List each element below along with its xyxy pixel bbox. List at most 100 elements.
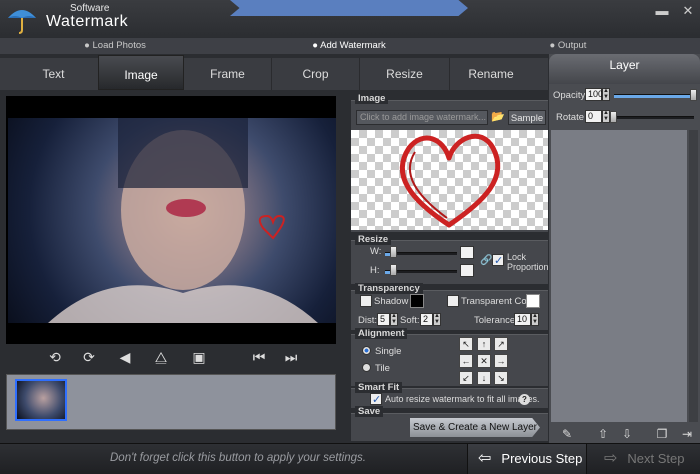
app-title: Watermark: [46, 13, 129, 30]
transparent-color-swatch[interactable]: [526, 294, 540, 308]
tolerance-field[interactable]: 10: [514, 313, 531, 326]
auto-resize-checkbox[interactable]: [370, 393, 382, 406]
height-slider-knob[interactable]: [389, 264, 397, 276]
layer-edit-icon[interactable]: ✎: [560, 427, 574, 441]
layer-list[interactable]: [551, 130, 687, 422]
soft-spin-arrows[interactable]: ▲ ▼: [433, 313, 441, 326]
step-output[interactable]: ● Output: [468, 38, 668, 54]
rotate-slider-knob[interactable]: [610, 111, 617, 123]
umbrella-logo-icon: [6, 4, 38, 34]
align-bottom-left-icon[interactable]: ↙: [459, 371, 473, 385]
close-button[interactable]: ✕: [681, 4, 695, 18]
layer-list-scrollbar[interactable]: [689, 130, 698, 422]
align-bottom-right-icon[interactable]: ↘: [494, 371, 508, 385]
previous-step-button[interactable]: ⇦ Previous Step: [467, 444, 587, 474]
lock-label-line1: Lock: [507, 252, 527, 262]
layer-panel-title: Layer: [549, 54, 700, 84]
shadow-color-swatch[interactable]: [410, 294, 424, 308]
minimize-button[interactable]: ▬: [655, 4, 669, 18]
folder-open-icon[interactable]: 📂: [490, 110, 506, 125]
shadow-checkbox[interactable]: [360, 295, 372, 307]
rotate-spin-arrows[interactable]: ▲ ▼: [602, 110, 610, 123]
dist-spin-arrows[interactable]: ▲ ▼: [390, 313, 398, 326]
soft-label: Soft:: [400, 315, 420, 326]
tab-frame[interactable]: Frame: [184, 58, 272, 90]
photo-controls: ⟲ ⟳ ◀ ⧋ ▣ ⏮ ⏭: [6, 344, 336, 372]
align-top-left-icon[interactable]: ↖: [459, 337, 473, 351]
sample-button[interactable]: Sample: [508, 110, 546, 125]
align-center-icon[interactable]: ✕: [477, 354, 491, 368]
layer-up-icon[interactable]: ⇧: [596, 427, 610, 441]
image-watermark-input[interactable]: Click to add image watermark...: [356, 110, 488, 125]
tolerance-spin-arrows[interactable]: ▲ ▼: [531, 313, 539, 326]
align-right-icon[interactable]: →: [494, 354, 508, 368]
opacity-slider-knob[interactable]: [690, 89, 697, 101]
layer-duplicate-icon[interactable]: ❐: [655, 427, 669, 441]
width-slider-knob[interactable]: [389, 246, 397, 258]
alignment-section-title: Alignment: [355, 328, 408, 339]
align-top-icon[interactable]: ↑: [477, 337, 491, 351]
next-step-button[interactable]: ⇨ Next Step: [592, 444, 700, 474]
save-create-layer-button[interactable]: Save & Create a New Layer: [410, 418, 540, 437]
smartfit-section-title: Smart Fit: [355, 382, 403, 393]
tab-rename[interactable]: Rename: [450, 58, 532, 90]
align-top-right-icon[interactable]: ↗: [494, 337, 508, 351]
step-label: Load Photos: [92, 40, 146, 51]
flip-vertical-icon[interactable]: ⧋: [152, 348, 170, 366]
single-radio[interactable]: [362, 346, 371, 355]
height-field[interactable]: [460, 264, 474, 277]
link-icon: 🔗: [480, 255, 493, 266]
dist-field[interactable]: 5: [377, 313, 390, 326]
rotate-slider-track[interactable]: [614, 116, 694, 119]
lock-label-line2: Proportion: [507, 262, 549, 272]
tolerance-label: Tolerance:: [474, 315, 518, 326]
dist-label: Dist:: [358, 315, 377, 326]
flip-horizontal-icon[interactable]: ◀: [116, 348, 134, 366]
tab-bar: Text Image Frame Crop Resize Rename: [0, 55, 548, 90]
thumbnail-item[interactable]: [15, 379, 67, 421]
width-label: W:: [370, 246, 382, 257]
lock-proportion-checkbox[interactable]: [492, 254, 504, 267]
preview-photo[interactable]: [8, 118, 336, 323]
tab-crop[interactable]: Crop: [272, 58, 360, 90]
save-section-title: Save: [355, 406, 384, 417]
opacity-field[interactable]: 100: [585, 88, 603, 101]
transparent-color-checkbox[interactable]: [447, 295, 459, 307]
tab-resize[interactable]: Resize: [360, 58, 450, 90]
arrow-left-icon: ⇦: [478, 450, 492, 467]
align-left-icon[interactable]: ←: [459, 354, 473, 368]
layer-down-icon[interactable]: ⇩: [620, 427, 634, 441]
opacity-slider-track[interactable]: [614, 94, 694, 98]
apply-hint-text: Don't forget click this button to apply …: [110, 452, 366, 464]
tab-text[interactable]: Text: [8, 58, 100, 90]
previous-image-icon[interactable]: ⏮: [250, 348, 268, 366]
previous-step-label: Previous Step: [501, 451, 583, 466]
fit-screen-icon[interactable]: ▣: [190, 348, 208, 366]
resize-section-title: Resize: [355, 234, 392, 245]
opacity-spin-arrows[interactable]: ▲ ▼: [602, 88, 610, 101]
tile-label: Tile: [375, 363, 390, 374]
opacity-label: Opacity: [553, 90, 586, 101]
single-label: Single: [375, 346, 402, 357]
rotate-right-icon[interactable]: ⟳: [80, 348, 98, 366]
image-section-title: Image: [355, 93, 389, 104]
help-icon[interactable]: ?: [519, 394, 530, 405]
step-load-photos[interactable]: ● Load Photos: [0, 38, 230, 54]
step-add-watermark[interactable]: ● Add Watermark: [230, 38, 468, 54]
tab-image[interactable]: Image: [98, 55, 184, 90]
step-label: Add Watermark: [320, 40, 386, 51]
watermark-image-preview: [351, 130, 548, 230]
auto-resize-label: Auto resize watermark to fit all images.: [385, 394, 540, 404]
layer-export-icon[interactable]: ⇥: [680, 427, 694, 441]
transparency-section-title: Transparency: [355, 283, 423, 294]
tile-radio[interactable]: [362, 363, 371, 372]
rotate-left-icon[interactable]: ⟲: [46, 348, 64, 366]
next-image-icon[interactable]: ⏭: [282, 348, 300, 366]
align-bottom-icon[interactable]: ↓: [477, 371, 491, 385]
soft-field[interactable]: 2: [420, 313, 433, 326]
width-field[interactable]: [460, 246, 474, 259]
rotate-field[interactable]: 0: [585, 110, 602, 123]
arrow-right-icon: ⇨: [604, 450, 618, 467]
next-step-label: Next Step: [627, 451, 685, 466]
step-label: Output: [557, 40, 587, 51]
